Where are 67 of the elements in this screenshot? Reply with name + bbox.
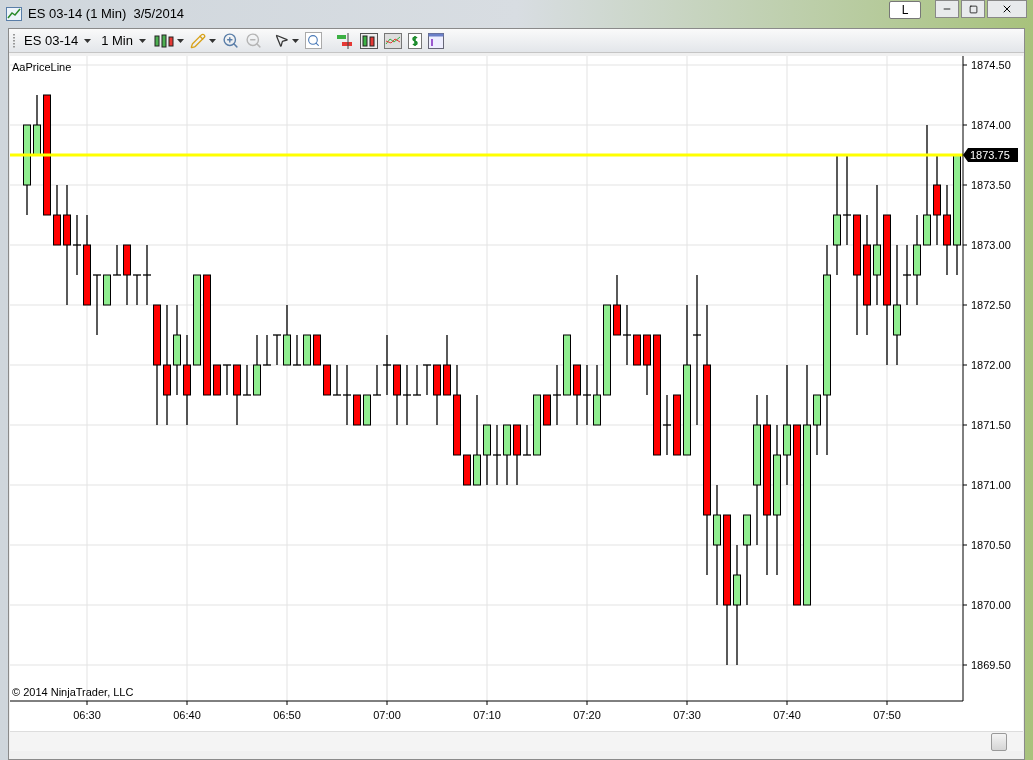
chart-window-icon — [6, 7, 22, 21]
axis-label: 07:20 — [573, 709, 601, 721]
axis-label: 1874.00 — [971, 119, 1011, 131]
axis-label: 1870.50 — [971, 539, 1011, 551]
candlestick — [463, 454, 471, 486]
axis-label: 1870.00 — [971, 599, 1011, 611]
axis-label: 06:30 — [73, 709, 101, 721]
axis-label: 1874.50 — [971, 59, 1011, 71]
axis-label: 07:30 — [673, 709, 701, 721]
axis-label: 07:10 — [473, 709, 501, 721]
axis-label: 1871.50 — [971, 419, 1011, 431]
close-button[interactable] — [987, 0, 1027, 18]
caret-icon — [292, 38, 299, 43]
candlestick — [53, 184, 61, 246]
price-tag: 1873.75 — [963, 148, 1018, 162]
strategies-button[interactable] — [384, 32, 402, 49]
dollar-document-button[interactable] — [408, 32, 422, 49]
scrollbar[interactable] — [10, 731, 1023, 751]
candlestick — [643, 334, 651, 396]
zoom-in-button[interactable] — [222, 32, 239, 49]
properties-button[interactable] — [428, 32, 444, 49]
search-button[interactable] — [305, 32, 322, 49]
axis-label: 1869.50 — [971, 659, 1011, 671]
candlestick — [492, 424, 502, 486]
cursor-icon — [274, 33, 289, 48]
cursor-button[interactable] — [274, 33, 299, 48]
mode-button[interactable]: L — [889, 1, 921, 19]
zoom-out-icon — [245, 32, 262, 49]
instrument-dropdown[interactable]: ES 03-14 — [22, 30, 94, 51]
scrollbar-thumb[interactable] — [991, 732, 1007, 751]
minimize-button[interactable] — [935, 0, 959, 18]
caret-icon — [84, 38, 92, 43]
indicators-button[interactable] — [360, 32, 378, 49]
chart-style-button[interactable] — [154, 32, 184, 49]
data-box-button[interactable] — [336, 32, 354, 49]
axis-label: 06:50 — [273, 709, 301, 721]
maximize-button[interactable] — [961, 0, 985, 18]
axis-label: 1873.00 — [971, 239, 1011, 251]
close-icon — [1001, 3, 1013, 15]
caret-icon — [209, 38, 216, 43]
axis-label: 1871.00 — [971, 479, 1011, 491]
axis-label: 07:00 — [373, 709, 401, 721]
candlestick — [33, 94, 41, 156]
interval-dropdown[interactable]: 1 Min — [99, 30, 148, 51]
pencil-icon — [190, 32, 206, 49]
window-title: ES 03-14 (1 Min) 3/5/2014 — [28, 5, 185, 24]
caret-icon — [139, 38, 146, 43]
maximize-icon — [968, 4, 978, 14]
axis-label: 1873.50 — [971, 179, 1011, 191]
axis-label: 06:40 — [173, 709, 201, 721]
ref-line-label: 1873.75 — [970, 149, 1010, 161]
zoom-in-icon — [222, 32, 239, 49]
candlestick — [813, 394, 821, 456]
candlestick-icon — [154, 32, 174, 49]
candlestick — [313, 334, 321, 366]
axis-label: 07:40 — [773, 709, 801, 721]
axis-label: 1872.00 — [971, 359, 1011, 371]
search-icon — [307, 34, 320, 47]
candlestick — [582, 364, 592, 426]
axis-label: 1872.50 — [971, 299, 1011, 311]
drawing-tool-button[interactable] — [190, 32, 216, 49]
copyright-text: © 2014 NinjaTrader, LLC — [12, 686, 134, 698]
grip-icon — [13, 33, 16, 48]
caret-icon — [177, 38, 184, 43]
indicator-label: AaPriceLine — [12, 61, 72, 73]
candlestick — [443, 334, 451, 396]
axis-label: 07:50 — [873, 709, 901, 721]
